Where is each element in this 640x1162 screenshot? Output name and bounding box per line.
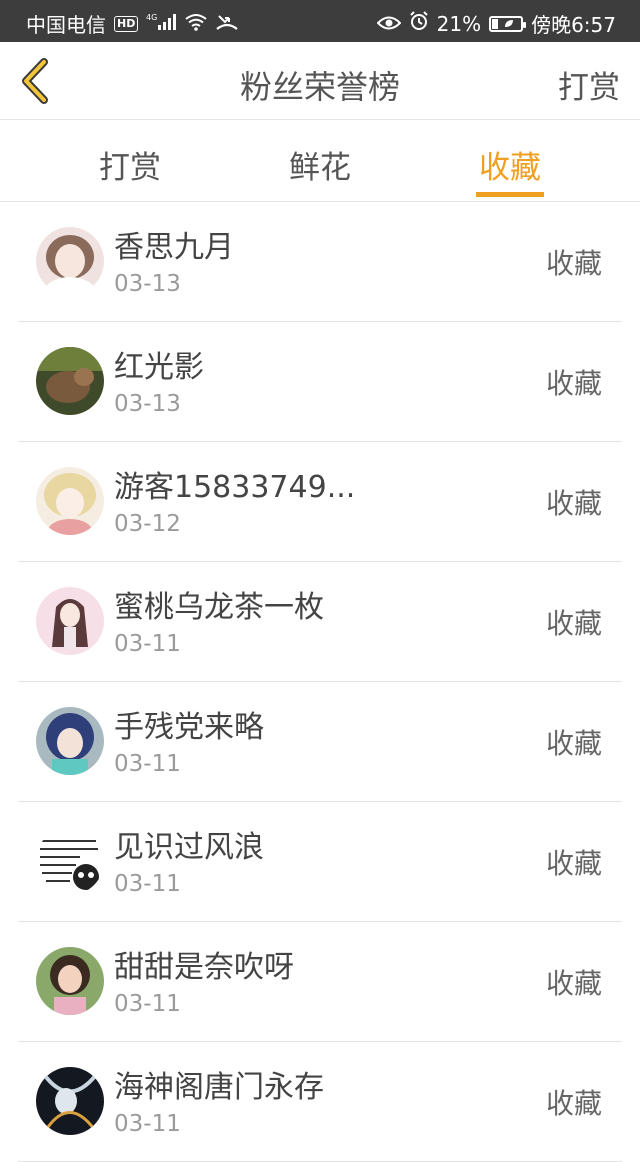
carrier-name: 中国电信 <box>26 13 106 37</box>
action-label: 收藏 <box>545 607 602 640</box>
list-item[interactable]: 手残党来略 03-11 收藏 <box>18 682 622 802</box>
avatar <box>36 347 104 415</box>
list-item[interactable]: 见识过风浪 03-11 收藏 <box>18 802 622 922</box>
list-item[interactable]: 香思九月 03-13 收藏 <box>18 202 622 322</box>
avatar <box>36 827 104 895</box>
avatar <box>36 1067 104 1135</box>
list-item[interactable]: 游客15833749... 03-12 收藏 <box>18 442 622 562</box>
list-item[interactable]: 海神阁唐门永存 03-11 收藏 <box>18 1042 622 1162</box>
avatar <box>36 947 104 1015</box>
fan-name: 手残党来略 <box>114 710 264 745</box>
reward-button[interactable]: 打赏 <box>558 62 620 107</box>
list-item[interactable]: 蜜桃乌龙茶一枚 03-11 收藏 <box>18 562 622 682</box>
active-tab-indicator <box>476 192 544 197</box>
fan-name: 蜜桃乌龙茶一枚 <box>114 590 324 625</box>
fan-date: 03-13 <box>114 271 181 297</box>
status-right: 21% 傍晚6:57 <box>376 9 616 38</box>
avatar <box>36 227 104 295</box>
action-label: 收藏 <box>545 247 602 280</box>
tab-flowers[interactable]: 鲜花 <box>288 142 352 187</box>
battery-percent: 21% <box>436 11 482 36</box>
page-title: 粉丝荣誉榜 <box>239 68 400 106</box>
list-item[interactable]: 红光影 03-13 收藏 <box>18 322 622 442</box>
avatar <box>36 467 104 535</box>
clock-time: 傍晚6:57 <box>531 13 616 37</box>
fan-date: 03-13 <box>114 391 181 417</box>
action-label: 收藏 <box>545 727 602 760</box>
fan-date: 03-12 <box>114 511 181 537</box>
fan-name: 甜甜是奈吹呀 <box>114 950 294 985</box>
fan-date: 03-11 <box>114 1111 181 1137</box>
avatar <box>36 707 104 775</box>
fan-date: 03-11 <box>114 751 181 777</box>
tab-reward[interactable]: 打赏 <box>98 142 162 187</box>
fan-name: 海神阁唐门永存 <box>114 1070 324 1105</box>
action-label: 收藏 <box>545 967 602 1000</box>
avatar <box>36 587 104 655</box>
action-label: 收藏 <box>545 367 602 400</box>
fan-name: 见识过风浪 <box>114 830 264 865</box>
signal-icon: 4G <box>146 12 177 36</box>
fan-list: 香思九月 03-13 收藏 红光影 03-13 收藏 游客15833749... <box>0 202 640 1162</box>
fan-date: 03-11 <box>114 631 181 657</box>
network-type: 4G <box>146 13 157 22</box>
action-label: 收藏 <box>545 1087 602 1120</box>
fan-date: 03-11 <box>114 991 181 1017</box>
battery-icon <box>489 15 527 32</box>
tab-bar: 打赏 鲜花 收藏 <box>0 120 640 202</box>
fan-name: 香思九月 <box>114 230 234 265</box>
missed-call-icon <box>216 12 239 36</box>
action-label: 收藏 <box>545 487 602 520</box>
fan-name: 游客15833749... <box>114 470 356 505</box>
tab-favorites[interactable]: 收藏 <box>477 142 543 187</box>
eye-icon <box>376 12 402 36</box>
wifi-icon <box>184 12 208 36</box>
fan-name: 红光影 <box>114 350 204 385</box>
list-item[interactable]: 甜甜是奈吹呀 03-11 收藏 <box>18 922 622 1042</box>
app-header: 粉丝荣誉榜 打赏 <box>0 42 640 120</box>
alarm-icon <box>409 11 429 36</box>
status-left: 中国电信 HD 4G <box>26 9 239 38</box>
status-bar: 中国电信 HD 4G 21% 傍晚6:57 <box>0 0 640 42</box>
hd-badge: HD <box>114 15 139 32</box>
fan-date: 03-11 <box>114 871 181 897</box>
action-label: 收藏 <box>545 847 602 880</box>
